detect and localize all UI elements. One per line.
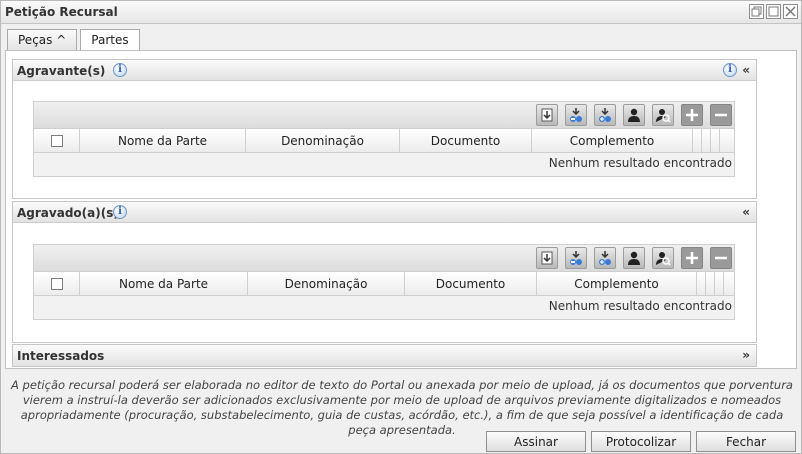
person-button[interactable] (623, 104, 645, 126)
table-header: Nome da Parte Denominação Documento Comp… (34, 272, 734, 296)
protocolizar-button[interactable]: Protocolizar (591, 431, 691, 452)
agravantes-section: Agravante(s) i i « Nome da Parte Denomin… (12, 59, 757, 199)
agravados-section: Agravado(a)(s) i « Nome da Parte Denomin… (12, 201, 757, 343)
select-all-checkbox[interactable] (50, 277, 63, 290)
select-all-checkbox[interactable] (50, 134, 63, 147)
extra-column (697, 272, 706, 295)
info-icon[interactable]: i (113, 205, 127, 219)
extra-column (706, 272, 715, 295)
window-title: Petição Recursal (5, 5, 118, 19)
info-icon[interactable]: i (723, 63, 737, 77)
agravantes-toolbar (34, 102, 734, 129)
empty-message: Nenhum resultado encontrado (34, 153, 734, 173)
import-add-icon (599, 108, 611, 122)
column-header[interactable]: Denominação (248, 272, 405, 295)
import-add-icon (599, 251, 611, 265)
import-remove-icon (570, 251, 582, 265)
empty-message: Nenhum resultado encontrado (34, 296, 734, 316)
restore-icon (751, 6, 762, 17)
assinar-button[interactable]: Assinar (486, 431, 586, 452)
remove-button[interactable] (710, 247, 732, 269)
plus-icon (686, 252, 698, 264)
remove-button[interactable] (710, 104, 732, 126)
tab-partes[interactable]: Partes (80, 29, 140, 51)
column-header[interactable]: Nome da Parte (80, 272, 248, 295)
fechar-button[interactable]: Fechar (696, 431, 796, 452)
agravantes-header[interactable]: Agravante(s) i i « (13, 60, 756, 81)
maximize-icon (768, 6, 779, 17)
extra-column (693, 129, 702, 152)
import-remove-button[interactable] (565, 104, 587, 126)
peticao-recursal-window: Petição Recursal Peças ^ Partes Agravant… (0, 0, 802, 454)
import-remove-button[interactable] (565, 247, 587, 269)
add-button[interactable] (681, 247, 703, 269)
agravados-title: Agravado(a)(s) (17, 206, 119, 220)
select-all-cell (34, 272, 80, 295)
column-header[interactable]: Documento (405, 272, 537, 295)
person-search-icon (656, 109, 671, 123)
interessados-title: Interessados (17, 349, 105, 363)
minus-icon (715, 256, 727, 260)
import-button[interactable] (536, 247, 558, 269)
collapse-agravados-button[interactable]: « (742, 205, 750, 219)
partes-panel: Agravante(s) i i « Nome da Parte Denomin… (5, 50, 797, 369)
tab-pecas[interactable]: Peças ^ (7, 29, 78, 50)
window-controls (749, 4, 798, 19)
interessados-section: Interessados » (12, 344, 757, 367)
agravados-toolbar (34, 245, 734, 272)
restore-window-button[interactable] (749, 4, 764, 19)
column-header[interactable]: Nome da Parte (80, 129, 246, 152)
column-header[interactable]: Documento (400, 129, 532, 152)
close-window-button[interactable] (783, 4, 798, 19)
maximize-window-button[interactable] (766, 4, 781, 19)
column-header[interactable]: Complemento (537, 272, 697, 295)
info-icon[interactable]: i (113, 63, 127, 77)
collapse-agravantes-button[interactable]: « (742, 63, 750, 77)
extra-column (720, 129, 734, 152)
column-header[interactable]: Complemento (532, 129, 693, 152)
extra-column (711, 129, 720, 152)
import-add-button[interactable] (594, 247, 616, 269)
extra-column (715, 272, 724, 295)
tab-bar: Peças ^ Partes (7, 29, 140, 51)
import-remove-icon (570, 108, 582, 122)
column-header[interactable]: Denominação (246, 129, 400, 152)
person-icon (628, 251, 640, 265)
person-search-button[interactable] (652, 247, 674, 269)
extra-column (702, 129, 711, 152)
person-search-icon (656, 252, 671, 266)
agravados-grid: Nome da Parte Denominação Documento Comp… (33, 244, 735, 320)
person-icon (628, 108, 640, 122)
table-header: Nome da Parte Denominação Documento Comp… (34, 129, 734, 153)
import-button[interactable] (536, 104, 558, 126)
close-icon (785, 6, 796, 17)
interessados-header[interactable]: Interessados » (13, 345, 756, 366)
person-search-button[interactable] (652, 104, 674, 126)
title-bar: Petição Recursal (1, 1, 801, 24)
select-all-cell (34, 129, 80, 152)
agravados-header[interactable]: Agravado(a)(s) i « (13, 202, 756, 223)
import-icon (541, 251, 553, 265)
import-add-button[interactable] (594, 104, 616, 126)
add-button[interactable] (681, 104, 703, 126)
agravantes-grid: Nome da Parte Denominação Documento Comp… (33, 101, 735, 177)
import-icon (541, 108, 553, 122)
action-buttons: Assinar Protocolizar Fechar (486, 431, 796, 452)
plus-icon (686, 109, 698, 121)
instructions-note: A petição recursal poderá ser elaborada … (11, 378, 793, 437)
minus-icon (715, 113, 727, 117)
expand-interessados-button[interactable]: » (742, 348, 750, 362)
person-button[interactable] (623, 247, 645, 269)
agravantes-title: Agravante(s) (17, 64, 106, 78)
extra-column (724, 272, 734, 295)
